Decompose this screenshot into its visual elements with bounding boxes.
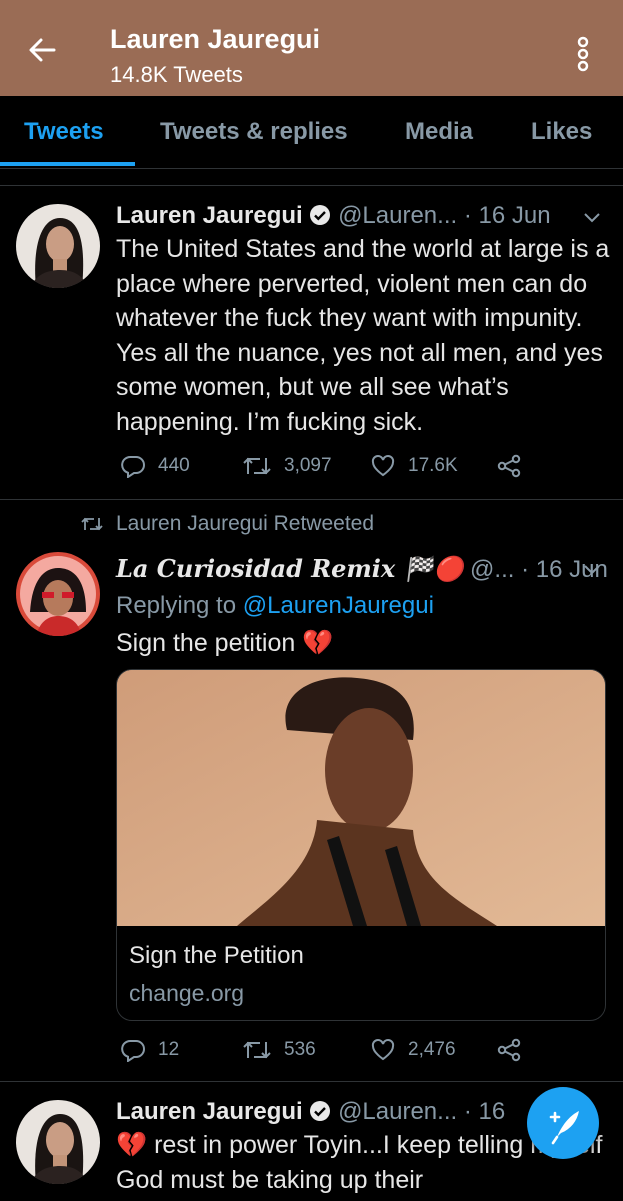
share-button[interactable] [496,454,534,478]
replying-to-prefix: Replying to [116,592,237,619]
tab-tweets[interactable]: Tweets [24,118,104,146]
tweet[interactable]: Lauren Jauregui @Lauren... · 16 Jun The … [0,185,623,500]
tweet-date[interactable]: 16 [479,1098,506,1125]
like-button[interactable]: 2,476 [370,1038,456,1062]
link-card[interactable]: Sign the Petition change.org [116,669,606,1021]
handle: @Lauren... [338,1098,458,1125]
card-title: Sign the Petition [129,942,304,969]
retweet-context: Lauren Jauregui Retweeted [80,512,374,536]
tweet-count: 14.8K Tweets [110,62,243,87]
retweet-icon [243,457,271,475]
retweet-count: 3,097 [284,455,332,476]
verified-icon [310,205,331,225]
compose-tweet-button[interactable] [527,1087,599,1159]
like-icon [371,454,395,477]
reply-button[interactable]: 440 [120,454,190,478]
share-icon [497,454,521,478]
tweet-header: Lauren Jauregui @Lauren... · 16 [116,1098,505,1126]
reply-button[interactable]: 12 [120,1038,179,1062]
profile-tabs: Tweets Tweets & replies Media Likes [0,96,623,169]
separator-dot: · [463,202,472,229]
card-domain: change.org [129,980,245,1006]
like-count: 17.6K [408,455,458,476]
share-button[interactable] [496,1038,534,1062]
tweet-text: The United States and the world at large… [116,235,610,436]
retweet-icon [243,1041,271,1059]
separator-dot: · [463,1098,472,1125]
retweet-icon [81,517,103,531]
card-image [117,670,605,926]
page-title: Lauren Jauregui [110,24,321,54]
retweet-button[interactable]: 536 [242,1038,316,1062]
back-arrow-icon[interactable] [26,34,58,66]
display-name[interactable]: Lauren Jauregui [116,202,303,229]
replying-to-link[interactable]: @LaurenJauregui [243,592,434,619]
chevron-down-icon[interactable] [582,210,602,224]
handle: @Lauren... [338,202,458,229]
tab-tweets-replies[interactable]: Tweets & replies [160,118,348,146]
tab-likes[interactable]: Likes [531,118,592,146]
compose-icon [549,1111,579,1145]
tweet-actions: 12 536 2,476 [116,1038,596,1068]
replying-to: Replying to @LaurenJauregui [116,592,434,620]
display-name[interactable]: La Curiosidad Remix 🏁🔴 [116,554,463,583]
active-tab-indicator [0,162,135,166]
retweet-count: 536 [284,1039,316,1060]
verified-icon [310,1101,331,1121]
tweet-actions: 440 3,097 17.6K [116,454,596,484]
like-button[interactable]: 17.6K [370,454,458,478]
handle: @... [470,556,515,583]
profile-header: Lauren Jauregui 14.8K Tweets [0,0,623,96]
tweet-header: Lauren Jauregui @Lauren... · 16 Jun [116,202,551,230]
reply-count: 12 [158,1039,180,1060]
avatar[interactable] [16,1100,100,1184]
avatar[interactable] [16,552,100,636]
like-icon [371,1038,395,1061]
separator-dot: · [521,556,530,583]
chevron-down-icon[interactable] [582,562,602,576]
display-name[interactable]: Lauren Jauregui [116,1098,303,1125]
reply-icon [121,1040,145,1062]
tab-media[interactable]: Media [405,118,473,146]
tweet-text: Sign the petition 💔 [116,629,334,657]
reply-count: 440 [158,455,190,476]
like-count: 2,476 [408,1039,456,1060]
tweet-header: La Curiosidad Remix 🏁🔴 @... · 16 Jun [116,554,608,584]
more-vertical-icon[interactable] [570,36,596,72]
retweet-button[interactable]: 3,097 [242,454,332,478]
avatar[interactable] [16,204,100,288]
share-icon [497,1038,521,1062]
reply-icon [121,456,145,478]
retweet-context-label: Lauren Jauregui Retweeted [116,512,375,535]
tweet-date[interactable]: 16 Jun [479,202,551,229]
